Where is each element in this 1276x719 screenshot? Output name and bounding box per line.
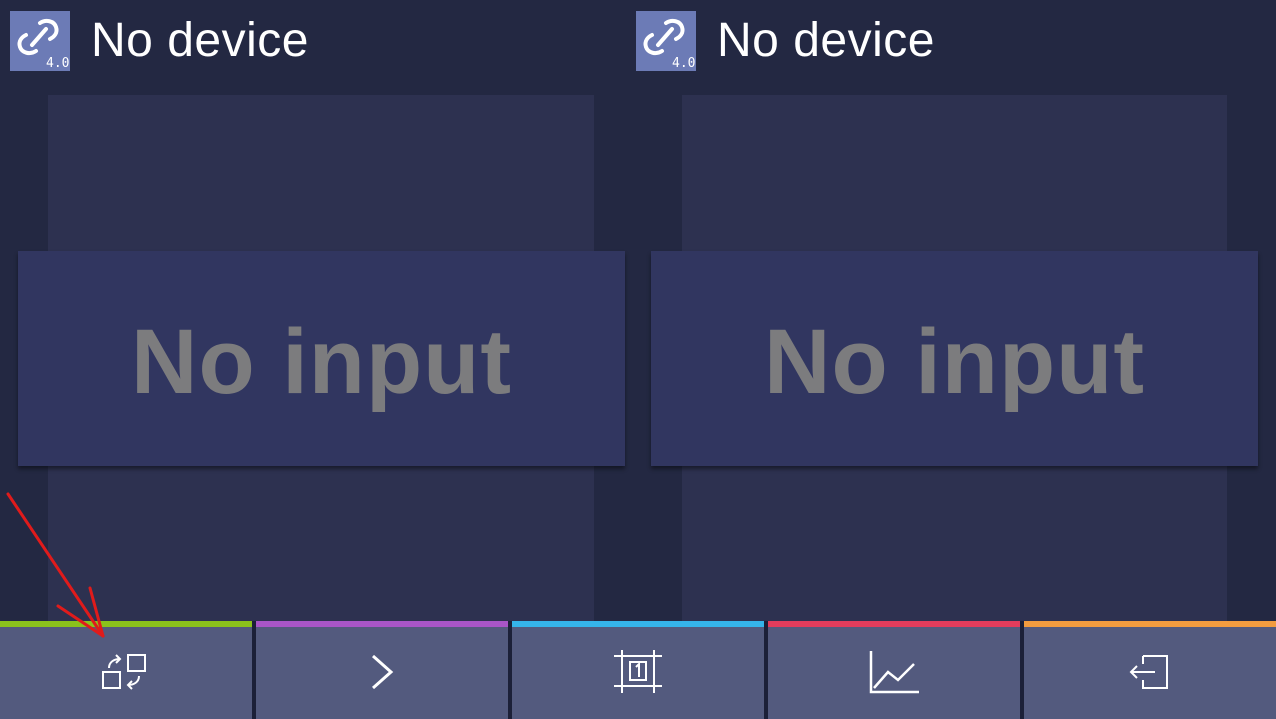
no-input-label: No input xyxy=(764,311,1145,413)
no-input-label: No input xyxy=(131,311,512,413)
bluetooth-version-text: 4.0 xyxy=(46,56,69,71)
single-view-icon xyxy=(610,648,666,696)
left-panel-header: 4.0 No device xyxy=(10,10,309,72)
chevron-right-icon xyxy=(367,652,397,692)
exit-button[interactable] xyxy=(1024,621,1276,719)
tab-color-strip xyxy=(0,621,252,627)
left-input-card: No input xyxy=(18,251,625,466)
device-label: No device xyxy=(91,14,309,67)
bottom-toolbar xyxy=(0,621,1276,719)
next-button[interactable] xyxy=(256,621,508,719)
bluetooth-link-icon[interactable]: 4.0 xyxy=(10,11,70,71)
device-label: No device xyxy=(717,14,935,67)
tab-color-strip xyxy=(512,621,764,627)
single-view-button[interactable] xyxy=(512,621,764,719)
right-panel-header: 4.0 No device xyxy=(636,10,935,72)
right-input-card: No input xyxy=(651,251,1258,466)
chart-button[interactable] xyxy=(768,621,1020,719)
bluetooth-version-text: 4.0 xyxy=(672,56,695,71)
tab-color-strip xyxy=(1024,621,1276,627)
swap-panels-icon xyxy=(100,652,152,692)
tab-color-strip xyxy=(768,621,1020,627)
swap-panels-button[interactable] xyxy=(0,621,252,719)
line-chart-icon xyxy=(866,648,922,696)
app-screen: 4.0 No device 4.0 No device No input No … xyxy=(0,0,1276,719)
exit-icon xyxy=(1125,652,1175,692)
tab-color-strip xyxy=(256,621,508,627)
bluetooth-link-icon[interactable]: 4.0 xyxy=(636,11,696,71)
